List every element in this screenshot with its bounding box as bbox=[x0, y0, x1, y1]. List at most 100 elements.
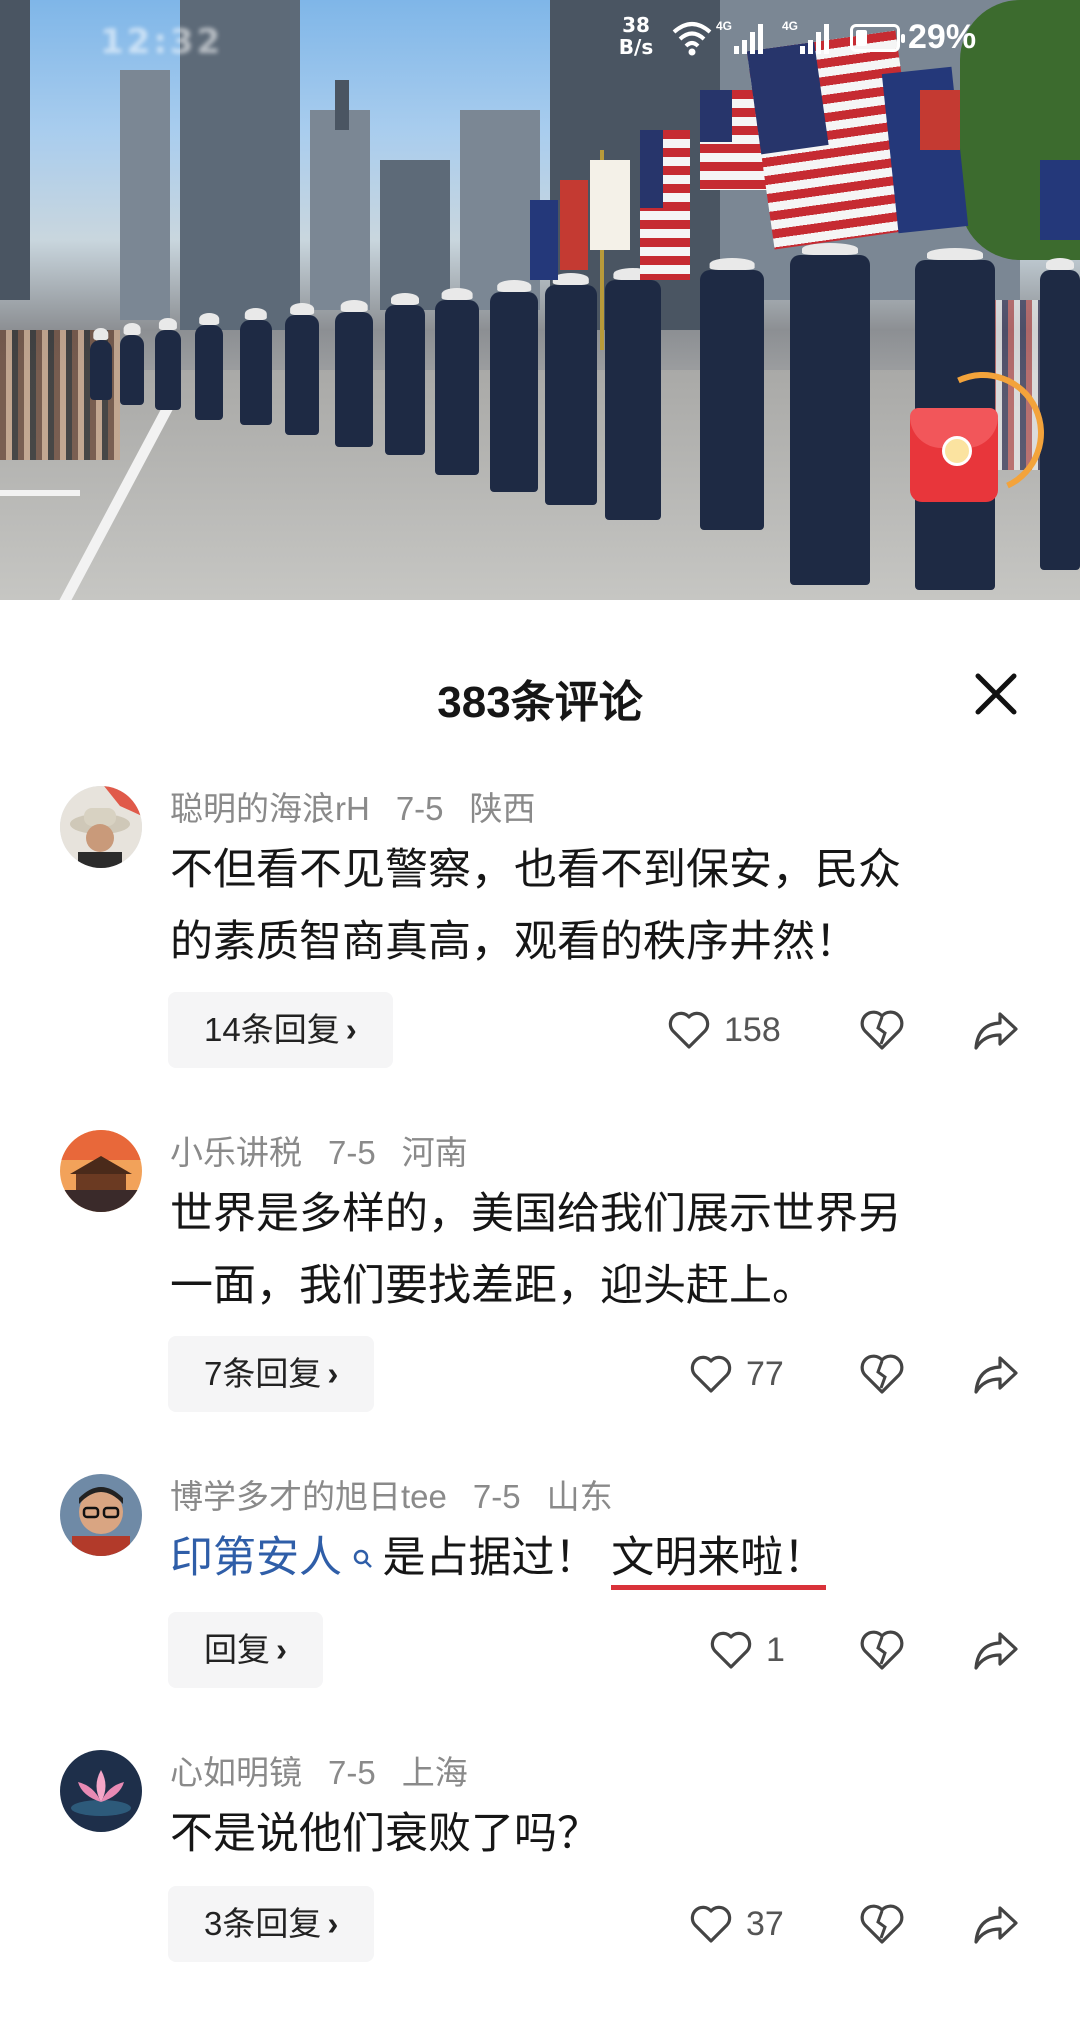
share-button[interactable] bbox=[970, 1348, 1022, 1400]
marcher bbox=[435, 300, 479, 475]
heart-icon bbox=[668, 1011, 710, 1049]
us-flag bbox=[640, 130, 690, 280]
comment-text-line: 的素质智商真高，观看的秩序井然！ bbox=[170, 917, 858, 967]
building bbox=[120, 70, 170, 320]
network-speed-value: 38 bbox=[622, 13, 650, 37]
like-button[interactable]: 158 bbox=[666, 1000, 781, 1060]
comment-text-line: 不但看不见警察，也看不到保安，民众 bbox=[170, 845, 901, 895]
comment-location: 陕西 bbox=[469, 790, 536, 827]
marcher bbox=[335, 312, 373, 447]
like-count: 1 bbox=[766, 1630, 785, 1669]
lane-marking bbox=[0, 490, 80, 496]
red-envelope-icon[interactable] bbox=[910, 408, 998, 502]
dislike-button[interactable] bbox=[856, 1624, 908, 1676]
marcher bbox=[700, 270, 764, 530]
comments-sheet: 383条评论 聪明的海浪rH 7-5 陕西 不但看不见警察，也看不到保安，民众 的素… bbox=[0, 604, 1080, 2024]
avatar[interactable] bbox=[60, 1474, 142, 1556]
wifi-icon bbox=[670, 18, 714, 58]
comment-author[interactable]: 聪明的海浪rH bbox=[170, 790, 370, 827]
flag bbox=[590, 160, 630, 250]
dislike-button[interactable] bbox=[856, 1004, 908, 1056]
comment-item: 心如明镜 7-5 上海 不是说他们衰败了吗？ bbox=[0, 1746, 1080, 1906]
avatar[interactable] bbox=[60, 1750, 142, 1832]
avatar[interactable] bbox=[60, 1130, 142, 1212]
building bbox=[460, 110, 540, 310]
like-button[interactable]: 1 bbox=[708, 1620, 785, 1680]
mention-link[interactable]: 印第安人 bbox=[170, 1533, 383, 1583]
comment-location: 河南 bbox=[401, 1134, 468, 1171]
share-arrow-icon bbox=[974, 1356, 1018, 1394]
comment-text: 世界是多样的，美国给我们展示世界另 一面，我们要找差距，迎头赶上。 bbox=[170, 1178, 1010, 1322]
comment-author[interactable]: 心如明镜 bbox=[170, 1754, 302, 1791]
view-replies-button[interactable]: 14条回复 › bbox=[168, 992, 393, 1068]
comment-date: 7-5 bbox=[395, 790, 444, 827]
comment-meta: 聪明的海浪rH 7-5 陕西 bbox=[170, 782, 562, 830]
comment-text-line: 一面，我们要找差距，迎头赶上。 bbox=[170, 1261, 815, 1311]
marcher bbox=[285, 315, 319, 435]
chevron-right-icon: › bbox=[327, 1905, 339, 1942]
signal-label: 4G bbox=[716, 19, 732, 33]
dislike-button[interactable] bbox=[856, 1348, 908, 1400]
comment-meta: 小乐讲税 7-5 河南 bbox=[170, 1126, 494, 1174]
comment-author[interactable]: 博学多才的旭日tee bbox=[170, 1478, 447, 1515]
underlined-text: 文明来啦！ bbox=[611, 1533, 827, 1590]
signal-icon: 4G bbox=[782, 18, 830, 58]
marcher bbox=[605, 280, 661, 520]
comment-location: 上海 bbox=[401, 1754, 468, 1791]
share-button[interactable] bbox=[970, 1004, 1022, 1056]
marcher bbox=[385, 305, 425, 455]
building bbox=[310, 110, 370, 310]
heart-icon bbox=[710, 1631, 752, 1669]
comment-text: 不但看不见警察，也看不到保安，民众 的素质智商真高，观看的秩序井然！ bbox=[170, 834, 1010, 978]
like-button[interactable]: 77 bbox=[688, 1344, 784, 1404]
comment-text-line: 世界是多样的，美国给我们展示世界另 bbox=[170, 1189, 901, 1239]
mention-text: 印第安人 bbox=[170, 1533, 342, 1583]
reply-label: 回复 bbox=[204, 1631, 270, 1668]
reply-count-label: 7条回复 bbox=[204, 1355, 322, 1392]
comment-meta: 博学多才的旭日tee 7-5 山东 bbox=[170, 1470, 639, 1518]
marcher bbox=[490, 292, 538, 492]
building bbox=[380, 160, 450, 310]
reply-button[interactable]: 回复 › bbox=[168, 1612, 323, 1688]
view-replies-button[interactable]: 3条回复 › bbox=[168, 1886, 375, 1962]
comment-item: 博学多才的旭日tee 7-5 山东 印第安人 是占据过！ 文明来啦！ bbox=[0, 1470, 1080, 1670]
close-icon[interactable] bbox=[966, 664, 1026, 724]
chevron-right-icon: › bbox=[276, 1631, 287, 1668]
view-replies-button[interactable]: 7条回复 › bbox=[168, 1336, 375, 1412]
comment-date: 7-5 bbox=[328, 1754, 376, 1791]
signal-label: 4G bbox=[782, 19, 798, 33]
like-count: 77 bbox=[746, 1354, 784, 1393]
comment-author[interactable]: 小乐讲税 bbox=[170, 1134, 302, 1171]
share-button[interactable] bbox=[970, 1624, 1022, 1676]
marcher bbox=[1040, 270, 1080, 570]
marcher bbox=[240, 320, 272, 425]
avatar[interactable] bbox=[60, 786, 142, 868]
flag bbox=[560, 180, 588, 270]
share-button[interactable] bbox=[970, 1898, 1022, 1950]
building bbox=[0, 0, 30, 300]
flag bbox=[530, 200, 558, 280]
comment-date: 7-5 bbox=[472, 1478, 521, 1515]
red-envelope-coin bbox=[942, 436, 972, 466]
share-arrow-icon bbox=[974, 1906, 1018, 1944]
comment-text-segment: 是占据过！ bbox=[382, 1533, 598, 1583]
battery-percent: 29% bbox=[908, 18, 977, 56]
broken-heart-icon bbox=[860, 1904, 904, 1944]
marcher bbox=[90, 340, 112, 400]
battery-fill bbox=[856, 30, 867, 46]
marcher bbox=[790, 255, 870, 585]
share-arrow-icon bbox=[974, 1012, 1018, 1050]
like-button[interactable]: 37 bbox=[688, 1894, 784, 1954]
broken-heart-icon bbox=[860, 1630, 904, 1670]
reply-count-label: 14条回复 bbox=[204, 1011, 340, 1048]
building bbox=[335, 80, 349, 130]
comment-text-line: 不是说他们衰败了吗？ bbox=[170, 1809, 600, 1859]
search-icon bbox=[344, 1547, 383, 1577]
like-count: 158 bbox=[724, 1010, 781, 1049]
video-player[interactable]: 12:32 38 B/s 4G 4G 29% bbox=[0, 0, 1080, 600]
broken-heart-icon bbox=[860, 1010, 904, 1050]
marcher bbox=[120, 335, 144, 405]
status-time: 12:32 bbox=[100, 22, 224, 62]
dislike-button[interactable] bbox=[856, 1898, 908, 1950]
marcher bbox=[155, 330, 181, 410]
